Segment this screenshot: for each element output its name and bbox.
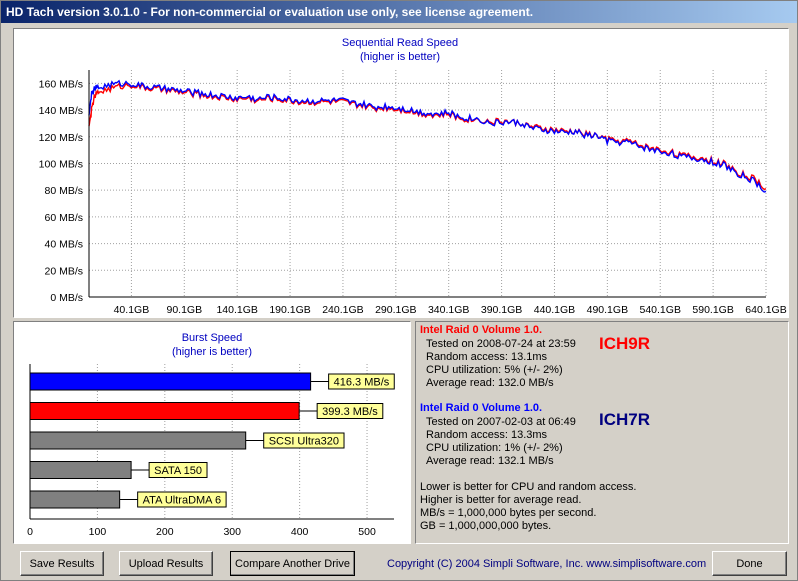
result-2-label: ICH7R <box>599 410 651 429</box>
title-bar: HD Tach version 3.0.1.0 - For non-commer… <box>1 1 797 23</box>
read-chart-title: Sequential Read Speed <box>342 37 458 49</box>
copyright-text: Copyright (C) 2004 Simpli Software, Inc.… <box>387 558 707 570</box>
read-series-ich9r <box>88 82 767 191</box>
burst-x-tick-label: 200 <box>156 526 174 538</box>
burst-bar-label: 399.3 MB/s <box>322 406 378 418</box>
read-x-tick-label: 640.1GB <box>745 304 786 316</box>
compare-another-drive-button[interactable]: Compare Another Drive <box>230 551 355 576</box>
result-1-random-access: Random access: 13.1ms <box>426 351 548 363</box>
burst-x-tick-label: 0 <box>27 526 33 538</box>
burst-bar <box>29 461 132 479</box>
result-2-average-read: Average read: 132.1 MB/s <box>426 455 554 467</box>
burst-x-tick-label: 100 <box>89 526 107 538</box>
read-chart-subtitle: (higher is better) <box>360 51 440 63</box>
note-average-read: Higher is better for average read. <box>420 494 582 506</box>
read-series-ich7r <box>88 79 767 193</box>
read-y-tick-label: 0 MB/s <box>50 292 83 304</box>
note-gb-definition: GB = 1,000,000,000 bytes. <box>420 520 552 532</box>
result-1-title: Intel Raid 0 Volume 1.0. <box>420 324 543 336</box>
read-y-tick-label: 20 MB/s <box>44 265 83 277</box>
read-x-tick-label: 590.1GB <box>692 304 733 316</box>
read-y-tick-label: 100 MB/s <box>39 158 83 170</box>
burst-speed-chart: Burst Speed (higher is better) 416.3 MB/… <box>27 332 395 538</box>
burst-bar <box>29 431 247 450</box>
upload-results-button[interactable]: Upload Results <box>119 551 213 576</box>
read-x-tick-label: 440.1GB <box>534 304 575 316</box>
burst-bar-label: SATA 150 <box>154 465 202 477</box>
read-x-tick-label: 490.1GB <box>587 304 628 316</box>
read-y-tick-label: 140 MB/s <box>39 105 83 117</box>
sequential-read-chart: Sequential Read Speed (higher is better)… <box>39 37 787 316</box>
note-mbs-definition: MB/s = 1,000,000 bytes per second. <box>420 507 597 519</box>
done-button[interactable]: Done <box>712 551 787 576</box>
result-2-tested: Tested on 2007-02-03 at 06:49 <box>426 416 576 428</box>
burst-speed-panel: Burst Speed (higher is better) 416.3 MB/… <box>13 321 411 544</box>
burst-x-tick-label: 300 <box>223 526 241 538</box>
burst-bar-label: 416.3 MB/s <box>334 377 390 389</box>
read-x-tick-label: 540.1GB <box>640 304 681 316</box>
read-x-tick-label: 40.1GB <box>114 304 150 316</box>
hdtach-window: HD Tach version 3.0.1.0 - For non-commer… <box>0 0 798 581</box>
save-results-button[interactable]: Save Results <box>20 551 104 576</box>
read-x-tick-label: 290.1GB <box>375 304 416 316</box>
burst-bar <box>29 402 300 420</box>
burst-chart-subtitle: (higher is better) <box>172 346 252 358</box>
read-x-tick-label: 340.1GB <box>428 304 469 316</box>
read-x-tick-label: 190.1GB <box>269 304 310 316</box>
read-y-tick-label: 160 MB/s <box>39 78 83 90</box>
result-1-tested: Tested on 2008-07-24 at 23:59 <box>426 338 576 350</box>
burst-bar-label: ATA UltraDMA 6 <box>143 495 221 507</box>
burst-bar <box>29 372 312 391</box>
result-1-cpu: CPU utilization: 5% (+/- 2%) <box>426 364 563 376</box>
read-x-tick-label: 240.1GB <box>322 304 363 316</box>
note-cpu-random: Lower is better for CPU and random acces… <box>420 481 637 493</box>
result-1-average-read: Average read: 132.0 MB/s <box>426 377 554 389</box>
result-2-cpu: CPU utilization: 1% (+/- 2%) <box>426 442 563 454</box>
read-x-tick-label: 140.1GB <box>216 304 257 316</box>
read-y-tick-label: 120 MB/s <box>39 132 83 144</box>
result-1-label: ICH9R <box>599 334 651 353</box>
burst-bar-label: SCSI Ultra320 <box>269 436 339 448</box>
read-x-tick-label: 90.1GB <box>166 304 202 316</box>
read-y-tick-label: 60 MB/s <box>44 212 83 224</box>
results-info-panel: Intel Raid 0 Volume 1.0. Tested on 2008-… <box>415 321 789 544</box>
result-2-random-access: Random access: 13.3ms <box>426 429 548 441</box>
sequential-read-panel: Sequential Read Speed (higher is better)… <box>13 28 789 318</box>
read-y-tick-label: 80 MB/s <box>44 185 83 197</box>
result-2-title: Intel Raid 0 Volume 1.0. <box>420 402 543 414</box>
read-x-tick-label: 390.1GB <box>481 304 522 316</box>
burst-x-tick-label: 500 <box>358 526 376 538</box>
burst-bar <box>29 490 121 509</box>
read-y-tick-label: 40 MB/s <box>44 239 83 251</box>
burst-chart-title: Burst Speed <box>182 332 243 344</box>
burst-x-tick-label: 400 <box>291 526 309 538</box>
